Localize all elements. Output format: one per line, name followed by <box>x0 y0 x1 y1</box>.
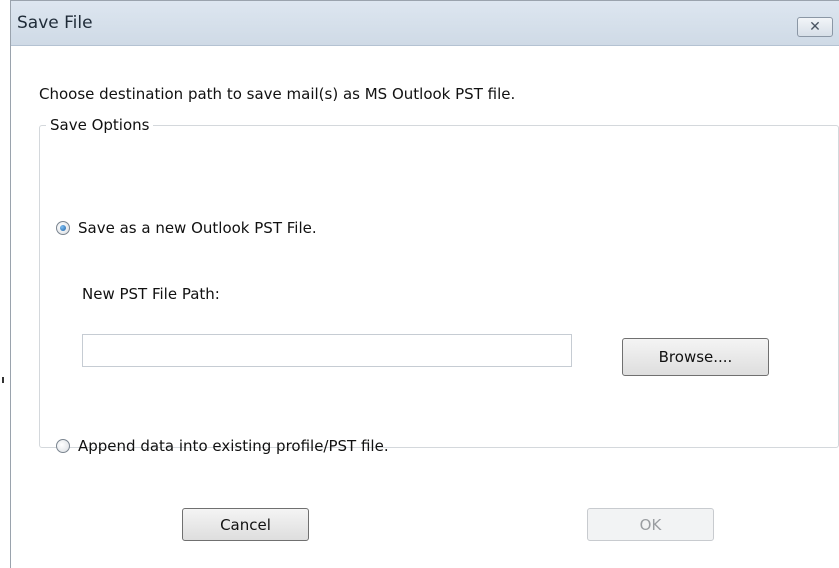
radio-append-existing[interactable]: Append data into existing profile/PST fi… <box>56 437 389 455</box>
instruction-text: Choose destination path to save mail(s) … <box>39 85 516 103</box>
ok-button[interactable]: OK <box>587 508 714 541</box>
save-options-group: Save Options Save as a new Outlook PST F… <box>39 116 839 455</box>
pst-path-label: New PST File Path: <box>82 285 220 303</box>
browse-button[interactable]: Browse.... <box>622 338 769 376</box>
save-file-dialog: Save File ✕ Choose destination path to s… <box>10 0 839 568</box>
radio-selected-icon[interactable] <box>56 221 70 235</box>
save-options-legend: Save Options <box>50 116 150 134</box>
radio-unselected-icon[interactable] <box>56 439 70 453</box>
radio-save-new-pst[interactable]: Save as a new Outlook PST File. <box>56 219 317 237</box>
pst-path-input[interactable] <box>82 334 572 367</box>
window-title: Save File <box>17 13 93 33</box>
radio-save-new-pst-label: Save as a new Outlook PST File. <box>78 219 317 237</box>
cancel-button[interactable]: Cancel <box>182 508 309 541</box>
close-button[interactable]: ✕ <box>797 17 833 37</box>
title-bar: Save File ✕ <box>11 1 839 46</box>
close-icon: ✕ <box>809 19 821 35</box>
edge-mark <box>2 377 4 383</box>
radio-append-existing-label: Append data into existing profile/PST fi… <box>78 437 389 455</box>
dialog-body: Choose destination path to save mail(s) … <box>11 46 839 568</box>
